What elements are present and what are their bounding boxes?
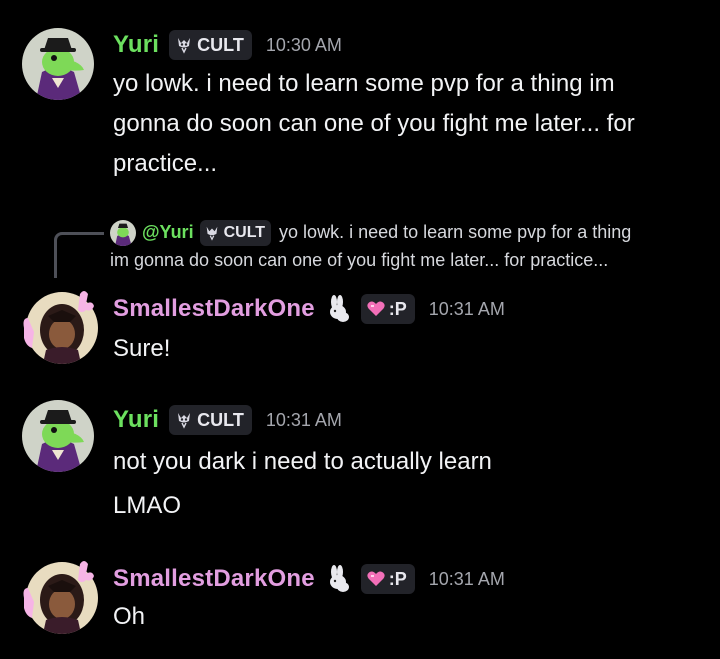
message-header: Yuri CULT 10:31 AM (113, 405, 342, 435)
skull-cult-icon (175, 411, 193, 429)
timestamp[interactable]: 10:30 AM (266, 35, 342, 56)
message-content: Sure! (113, 329, 703, 369)
reply-text: yo lowk. i need to learn some pvp for a … (279, 222, 632, 242)
message-line: practice... (113, 150, 218, 177)
message-line: gonna do soon can one of you fight me la… (113, 110, 635, 137)
reply-server-tag: CULT (199, 220, 272, 247)
message-line: not you dark i need to actually learn (113, 448, 492, 475)
rabbit-icon (325, 295, 351, 323)
server-tag-label: CULT (197, 34, 244, 55)
timestamp[interactable]: 10:31 AM (429, 299, 505, 320)
server-tag-label: :P (388, 298, 407, 319)
yuri-avatar-icon (22, 28, 94, 100)
message-header: SmallestDarkOne :P 10:31 AM (113, 294, 505, 324)
message-header: Yuri CULT 10:30 AM (113, 30, 342, 60)
message-line: yo lowk. i need to learn some pvp for a … (113, 70, 615, 97)
smallestdarkone-avatar-icon (23, 561, 98, 634)
pink-heart-icon (367, 301, 385, 317)
pink-heart-icon (367, 571, 385, 587)
avatar-smallestdarkone[interactable] (22, 558, 98, 634)
message-content: yo lowk. i need to learn some pvp for a … (113, 64, 703, 184)
reply-text-continued: im gonna do soon can one of you fight me… (110, 250, 609, 270)
message-header: SmallestDarkOne :P 10:31 AM (113, 564, 505, 594)
timestamp[interactable]: 10:31 AM (266, 410, 342, 431)
username[interactable]: SmallestDarkOne (113, 565, 315, 593)
avatar-yuri[interactable] (22, 28, 94, 100)
username[interactable]: Yuri (113, 31, 159, 59)
skull-cult-icon (175, 36, 193, 54)
message-content: not you dark i need to actually learn LM… (113, 440, 703, 528)
smallestdarkone-avatar-icon (23, 291, 98, 364)
timestamp[interactable]: 10:31 AM (429, 569, 505, 590)
yuri-avatar-icon (22, 400, 94, 472)
server-tag[interactable]: CULT (169, 405, 252, 435)
username[interactable]: Yuri (113, 406, 159, 434)
reply-preview[interactable]: @Yuri CULT yo lowk. i need to learn some p… (110, 216, 710, 276)
rabbit-icon (325, 565, 351, 593)
reply-spine (54, 232, 104, 278)
avatar-smallestdarkone[interactable] (22, 288, 98, 364)
server-tag-label: :P (388, 568, 407, 589)
reply-avatar-icon (110, 220, 136, 247)
message-content: Oh (113, 597, 703, 637)
message-line: LMAO (113, 492, 182, 519)
server-tag-label: CULT (197, 409, 244, 430)
server-tag[interactable]: :P (360, 564, 415, 594)
reply-mention[interactable]: @Yuri (142, 222, 194, 242)
message-line: Oh (113, 603, 146, 630)
server-tag[interactable]: CULT (169, 30, 252, 60)
avatar-yuri[interactable] (22, 400, 94, 472)
message-line: Sure! (113, 335, 171, 362)
username[interactable]: SmallestDarkOne (113, 295, 315, 323)
server-tag[interactable]: :P (360, 294, 415, 324)
skull-cult-icon (204, 225, 220, 241)
